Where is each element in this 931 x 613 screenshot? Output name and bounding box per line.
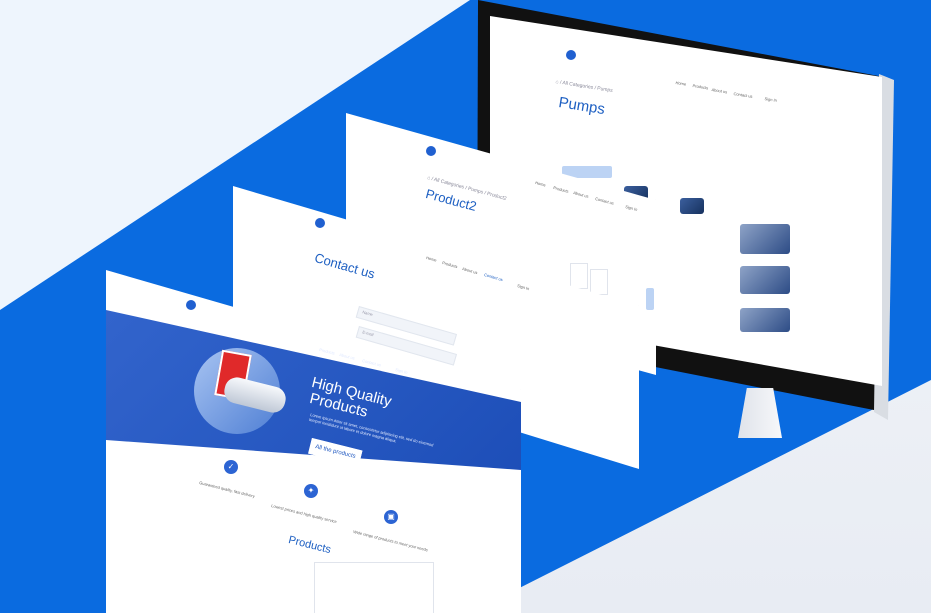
nav-about[interactable]: About us bbox=[339, 352, 356, 361]
feature-3-text: Wide range of products to meet your need… bbox=[352, 529, 429, 553]
nav-home[interactable]: Home bbox=[426, 255, 438, 263]
nav-home[interactable]: Home bbox=[675, 80, 686, 87]
product-thumb-4[interactable] bbox=[740, 266, 790, 294]
page-title: Pumps bbox=[557, 94, 607, 119]
logo-icon bbox=[186, 300, 196, 310]
nav-contact[interactable]: Contact us bbox=[362, 358, 382, 367]
nav-contact[interactable]: Contact us bbox=[733, 91, 753, 99]
gallery-thumb-2[interactable] bbox=[590, 269, 608, 295]
logo-icon bbox=[426, 146, 436, 156]
product-card[interactable] bbox=[314, 562, 434, 613]
nav-signin[interactable]: Sign In bbox=[764, 96, 777, 103]
shield-icon: ✓ bbox=[224, 460, 238, 474]
nav-signin[interactable]: Sign In bbox=[517, 283, 530, 291]
gallery-next-button[interactable] bbox=[646, 288, 654, 310]
feature-1-text: Guaranteed quality, fast delivery bbox=[198, 480, 256, 499]
nav-products[interactable]: Products bbox=[692, 83, 708, 90]
nav-contact[interactable]: Contact us bbox=[484, 272, 504, 282]
product-thumb-2[interactable] bbox=[680, 198, 704, 214]
feature-2-text: Lowest prices and high quality service bbox=[270, 503, 338, 525]
nav-products[interactable]: Products bbox=[442, 260, 459, 269]
nav-about[interactable]: About us bbox=[573, 190, 590, 199]
nav-about[interactable]: About us bbox=[711, 87, 727, 94]
products-heading: Products bbox=[287, 534, 333, 557]
product-thumb-5[interactable] bbox=[740, 308, 790, 332]
box-icon: ▣ bbox=[384, 510, 398, 524]
logo-icon bbox=[566, 50, 576, 60]
nav-contact[interactable]: Contact us bbox=[595, 196, 615, 206]
breadcrumb[interactable]: ⌂ / All Categories / Pumps bbox=[555, 79, 613, 94]
nav-home[interactable]: Home bbox=[535, 180, 547, 188]
nav-products[interactable]: Products bbox=[553, 185, 570, 194]
nav-about[interactable]: About us bbox=[462, 266, 479, 275]
page-title: Contact us bbox=[312, 250, 377, 282]
logo-icon bbox=[315, 218, 325, 228]
product-thumb-3[interactable] bbox=[740, 224, 790, 254]
nav-products[interactable]: Products bbox=[319, 347, 336, 356]
nav-signin[interactable]: Sign In bbox=[625, 204, 638, 212]
nav-home[interactable]: Home bbox=[301, 342, 313, 349]
gallery-thumb-1[interactable] bbox=[570, 263, 588, 289]
nav-signin[interactable]: Sign In bbox=[395, 367, 408, 375]
wrench-icon: ✦ bbox=[304, 484, 318, 498]
